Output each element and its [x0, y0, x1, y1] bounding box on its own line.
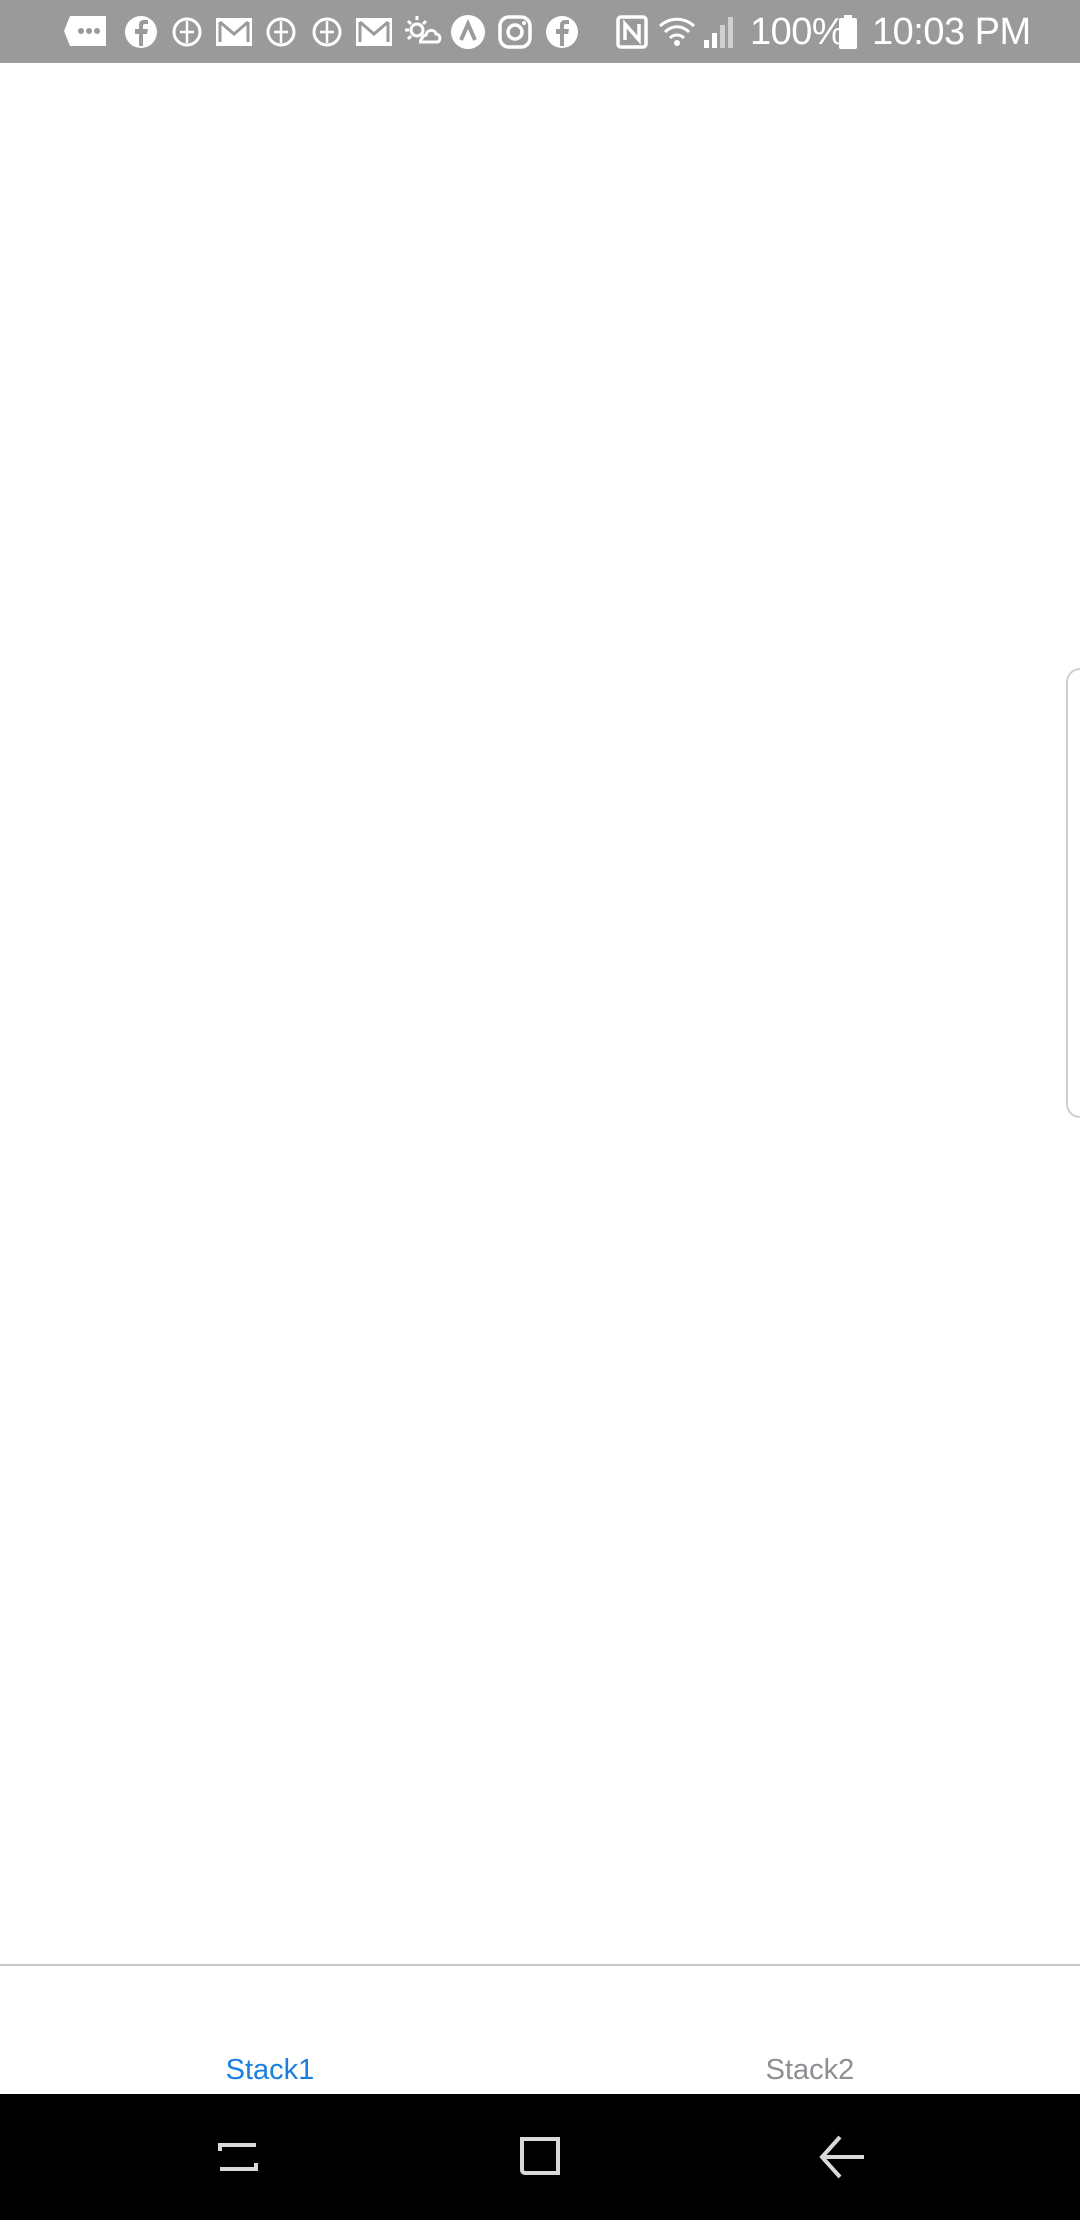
tab-stack1[interactable]: Stack1 [0, 1966, 540, 2094]
wifi-icon [657, 12, 697, 52]
nfc-icon [612, 12, 652, 52]
edge-panel-handle[interactable] [1066, 668, 1080, 1118]
app-icon [261, 12, 301, 52]
tab-stack1-label: Stack1 [225, 2054, 315, 2086]
screen: 100% 10:03 PM Stack1 Stack2 [0, 0, 1080, 2220]
arrow-up-icon [448, 12, 488, 52]
home-icon[interactable] [510, 2127, 570, 2187]
status-time: 10:03 PM [872, 11, 1031, 53]
tab-bar: Stack1 Stack2 [0, 1964, 1080, 2094]
app-icon [167, 12, 207, 52]
tab-stack2[interactable]: Stack2 [540, 1966, 1080, 2094]
app-icon [307, 12, 347, 52]
gmail-icon [213, 12, 255, 52]
navigation-bar [0, 2094, 1080, 2220]
facebook-icon [542, 12, 582, 52]
signal-icon [700, 12, 738, 52]
tab-stack2-label: Stack2 [765, 2054, 855, 2086]
recent-apps-icon[interactable] [208, 2127, 268, 2187]
instagram-icon [495, 12, 535, 52]
main-content [0, 63, 1080, 1964]
chat-icon [62, 12, 110, 52]
weather-icon [401, 12, 443, 52]
battery-percent: 100% [750, 11, 846, 53]
back-icon[interactable] [812, 2127, 872, 2187]
status-bar: 100% 10:03 PM [0, 0, 1080, 63]
battery-icon [836, 12, 860, 52]
gmail-icon [353, 12, 395, 52]
facebook-icon [121, 12, 161, 52]
